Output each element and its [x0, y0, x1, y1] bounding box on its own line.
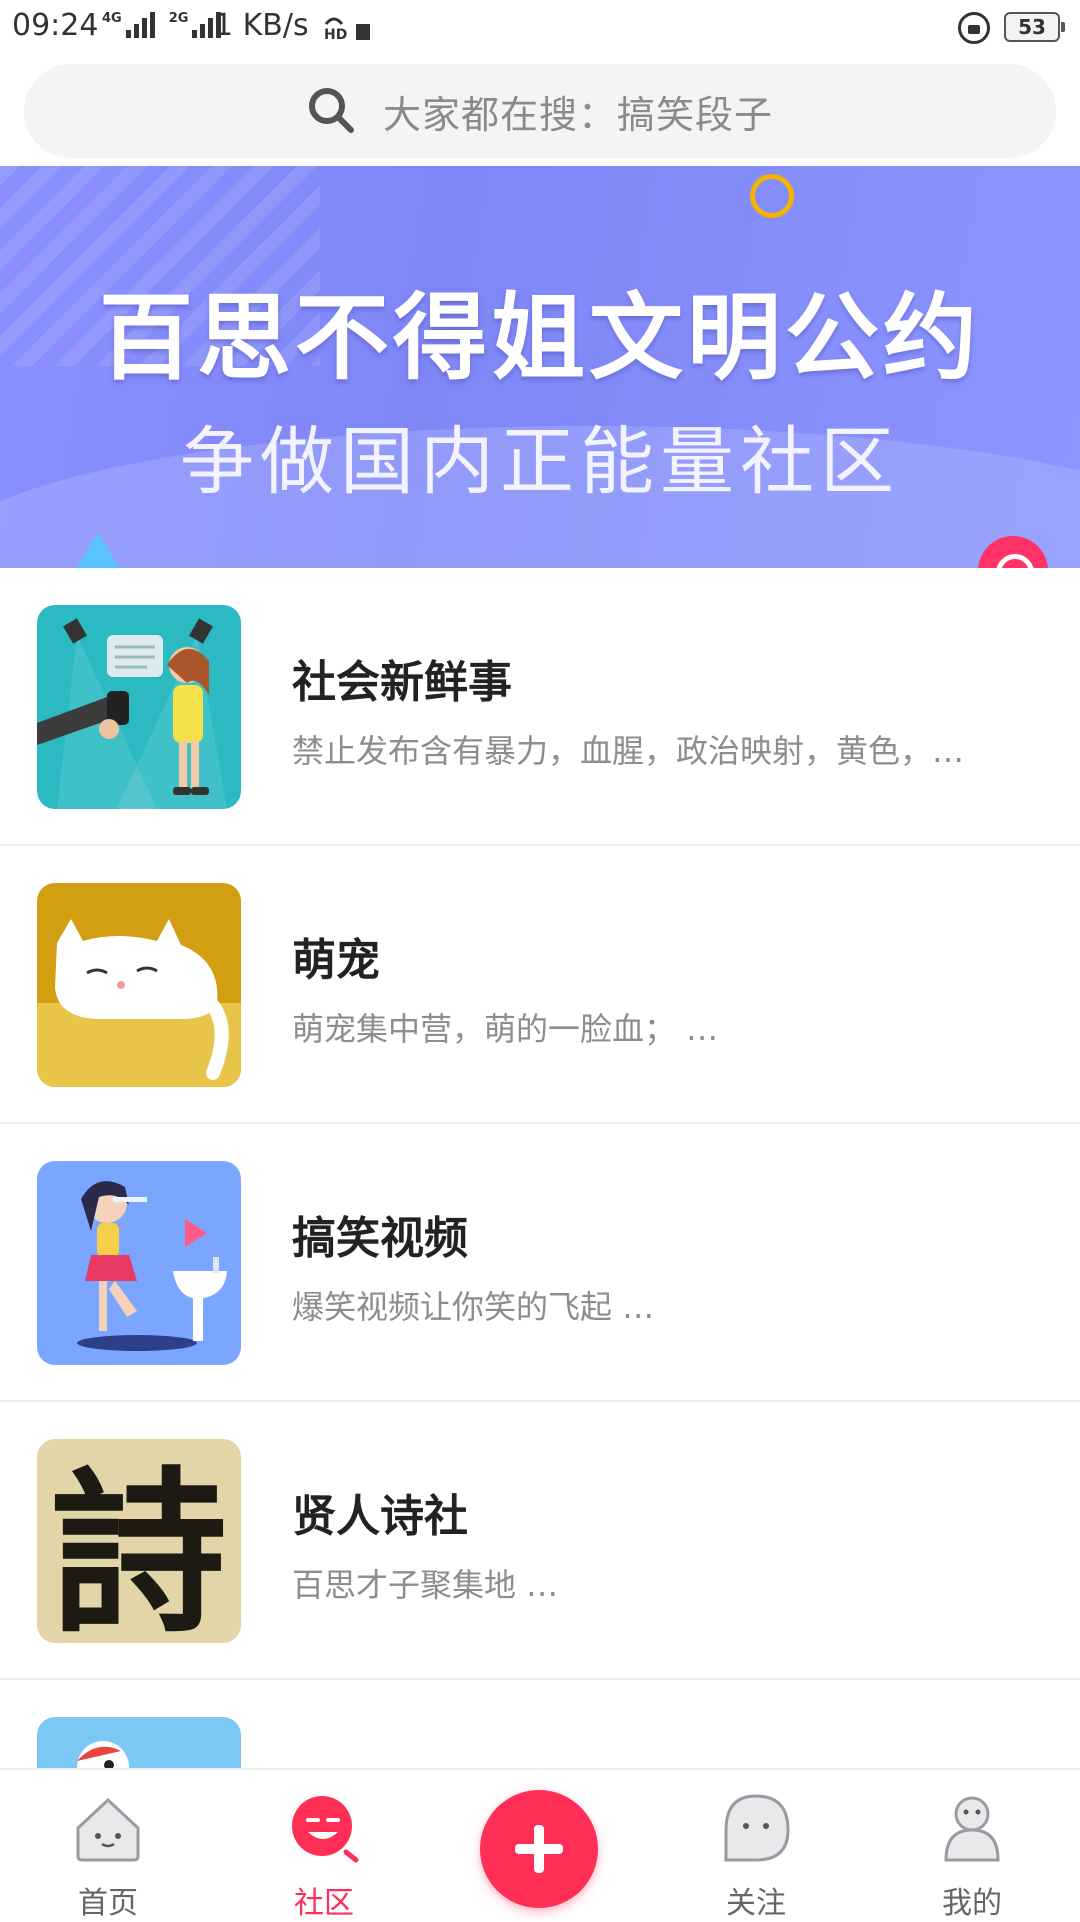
nav-home[interactable]: 首页 — [48, 1790, 168, 1922]
nav-profile-label: 我的 — [942, 1886, 1002, 1921]
nav-follow-label: 关注 — [726, 1886, 786, 1921]
rotation-lock-icon — [958, 12, 990, 44]
community-item-funny-video[interactable]: 搞笑视频 爆笑视频让你笑的飞起 … — [0, 1124, 1080, 1402]
community-list: 社会新鲜事 禁止发布含有暴力，血腥，政治映射，黄色，… 萌宠 萌宠集中营，萌的一… — [0, 568, 1080, 1768]
home-house-icon — [76, 1797, 140, 1862]
search-icon — [308, 88, 354, 133]
community-item-poetry[interactable]: 詩 贤人诗社 百思才子聚集地 … — [0, 1402, 1080, 1680]
community-desc: 禁止发布含有暴力，血腥，政治映射，黄色，… — [292, 732, 965, 770]
promo-banner[interactable]: 百思不得姐文明公约 争做国内正能量社区 — [0, 166, 1080, 568]
poem-calligraphy-icon: 詩 — [37, 1439, 241, 1643]
search-bar[interactable]: 大家都在搜：搞笑段子 — [24, 64, 1056, 158]
community-desc: 百思才子聚集地 … — [292, 1566, 559, 1604]
girl-brushing-teeth-icon — [37, 1161, 241, 1365]
triangle-decoration-icon — [72, 532, 124, 568]
add-post-button[interactable] — [480, 1790, 598, 1908]
community-item-pets[interactable]: 萌宠 萌宠集中营，萌的一脸血； … — [0, 846, 1080, 1124]
follow-face-icon — [724, 1794, 790, 1862]
network-type-1: 4G — [102, 11, 122, 26]
battery-icon: 53 — [1004, 12, 1065, 42]
community-name: 萌宠 — [292, 935, 380, 986]
search-placeholder: 大家都在搜：搞笑段子 — [382, 92, 773, 137]
profile-person-icon — [944, 1796, 1000, 1862]
battery-level: 53 — [1018, 15, 1046, 39]
community-name: 贤人诗社 — [292, 1491, 468, 1542]
banner-title: 百思不得姐文明公约 — [98, 284, 981, 393]
bottom-nav: 首页 社区 关注 我的 — [0, 1768, 1080, 1922]
hd-voice-icon: HD — [324, 17, 370, 40]
poem-character: 詩 — [51, 1450, 227, 1643]
status-bar: 09:24 4G 2G 1 KB/s HD 53 — [0, 0, 1080, 56]
bird-cartoon-icon — [37, 1717, 241, 1768]
community-desc: 爆笑视频让你笑的飞起 … — [292, 1288, 655, 1326]
interview-reporter-icon — [37, 605, 241, 809]
signal-bars-icon — [125, 12, 155, 38]
nav-home-label: 首页 — [78, 1886, 138, 1921]
network-speed: 1 KB/s — [214, 8, 309, 43]
community-name: 搞笑视频 — [292, 1213, 468, 1264]
community-item-news[interactable]: 社会新鲜事 禁止发布含有暴力，血腥，政治映射，黄色，… — [0, 568, 1080, 846]
nav-profile[interactable]: 我的 — [912, 1790, 1032, 1922]
ring-decoration-icon — [750, 174, 794, 218]
banner-subtitle: 争做国内正能量社区 — [180, 419, 900, 505]
status-time: 09:24 — [12, 8, 99, 43]
nav-community-label: 社区 — [294, 1886, 354, 1921]
community-name: 社会新鲜事 — [292, 657, 512, 708]
sleeping-cat-icon — [37, 883, 241, 1087]
community-item-partial[interactable] — [0, 1680, 1080, 1768]
nav-community[interactable]: 社区 — [264, 1790, 384, 1922]
signal-indicators: 4G 2G — [102, 12, 231, 38]
nav-follow[interactable]: 关注 — [696, 1790, 816, 1922]
network-type-2: 2G — [168, 11, 189, 26]
community-desc: 萌宠集中营，萌的一脸血； … — [292, 1010, 719, 1048]
community-face-icon — [292, 1796, 359, 1863]
hd-label: HD — [324, 27, 347, 40]
plus-icon — [515, 1825, 563, 1873]
